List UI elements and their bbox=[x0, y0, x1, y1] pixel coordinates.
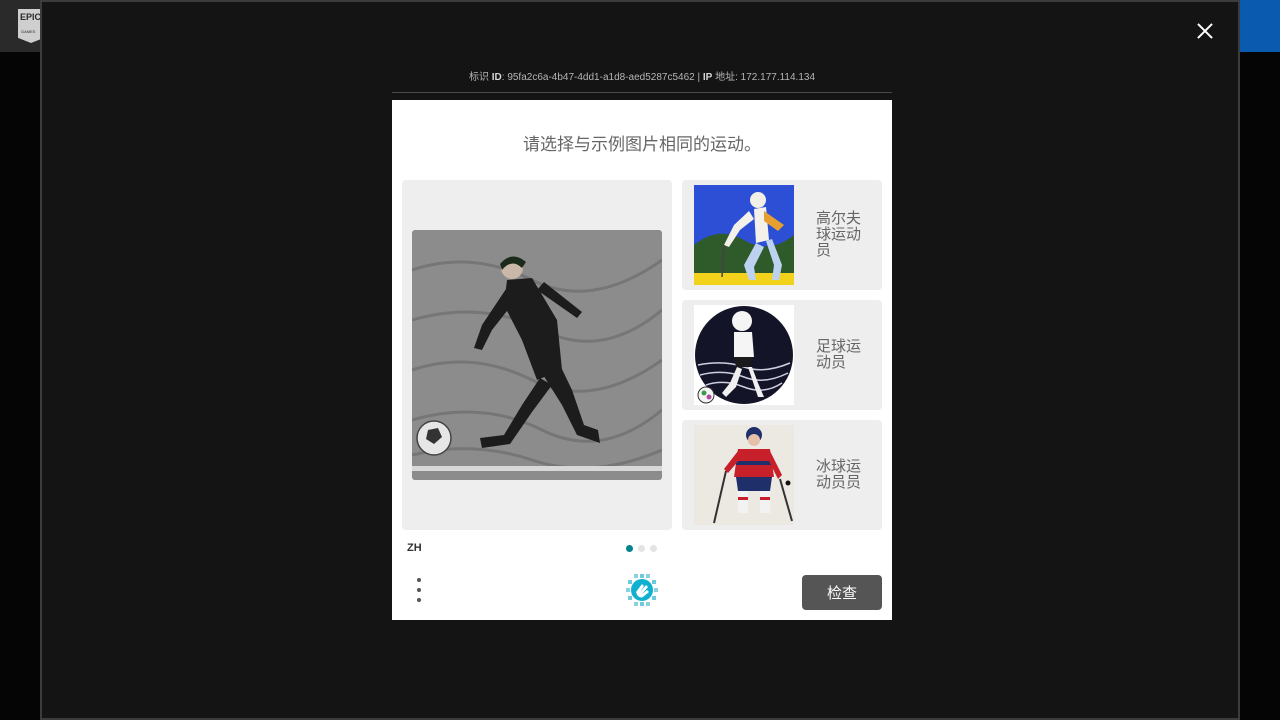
option-hockey-player[interactable]: 冰球运动员员 bbox=[682, 420, 882, 530]
id-prefix: 标识 bbox=[468, 72, 489, 83]
soccer-player-image bbox=[694, 305, 794, 405]
ip-label: IP bbox=[702, 72, 713, 83]
captcha-modal: 标识 ID: 95fa2c6a-4b47-4dd1-a1d8-aed5287c5… bbox=[40, 0, 1240, 720]
ip-address: 172.177.114.134 bbox=[740, 72, 816, 83]
option-label: 高尔夫球运动员 bbox=[816, 210, 862, 259]
check-button[interactable]: 检查 bbox=[802, 575, 882, 610]
example-image bbox=[412, 230, 662, 480]
more-options-icon[interactable] bbox=[414, 578, 424, 604]
challenge-prompt: 请选择与示例图片相同的运动。 bbox=[523, 135, 761, 154]
session-meta: 标识 ID: 95fa2c6a-4b47-4dd1-a1d8-aed5287c5… bbox=[468, 72, 816, 83]
hockey-player-image bbox=[694, 425, 794, 525]
meta-separator: | bbox=[697, 72, 701, 83]
divider bbox=[392, 92, 892, 93]
id-label: ID bbox=[491, 72, 502, 83]
pagination-dots bbox=[626, 545, 657, 552]
example-image-tile bbox=[402, 180, 672, 530]
option-label: 足球运动员 bbox=[816, 338, 862, 371]
option-soccer-player[interactable]: 足球运动员 bbox=[682, 300, 882, 410]
language-selector[interactable]: ZH bbox=[407, 542, 422, 554]
page-dot bbox=[638, 545, 645, 552]
page-dot bbox=[650, 545, 657, 552]
ip-suffix: 地址 bbox=[715, 72, 736, 83]
page-dot-active bbox=[626, 545, 633, 552]
hcaptcha-logo-icon bbox=[626, 574, 658, 606]
golfer-image bbox=[694, 185, 794, 285]
background-header-accent bbox=[1240, 0, 1280, 52]
close-icon[interactable] bbox=[1194, 20, 1216, 42]
option-golfer[interactable]: 高尔夫球运动员 bbox=[682, 180, 882, 290]
hcaptcha-challenge: 请选择与示例图片相同的运动。 高尔夫球运动员 足球运动员 冰球运动员员 ZH 检… bbox=[392, 100, 892, 620]
option-label: 冰球运动员员 bbox=[816, 458, 862, 491]
session-id: 95fa2c6a-4b47-4dd1-a1d8-aed5287c5462 bbox=[507, 72, 695, 83]
